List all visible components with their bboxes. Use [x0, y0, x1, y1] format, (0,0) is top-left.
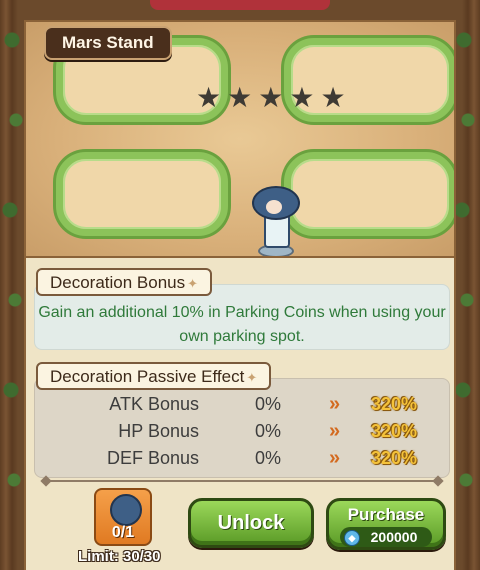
garden-plot[interactable]: [56, 152, 228, 236]
stat-row-def: DEF Bonus 0% » 320%: [35, 445, 449, 471]
star-rating: ★ ★ ★ ★ ★: [196, 84, 346, 112]
purchase-label: Purchase: [347, 505, 425, 524]
gem-coin-icon: ◆: [344, 530, 360, 546]
stat-name: ATK Bonus: [109, 394, 199, 414]
top-ribbon: [150, 0, 330, 10]
mars-statue-icon: [110, 494, 142, 526]
passive-effect-heading-label: Decoration Passive Effect: [50, 367, 245, 386]
double-chevron-right-icon: »: [329, 393, 340, 415]
item-count: 0/1: [111, 524, 135, 541]
stat-row-atk: ATK Bonus 0% » 320%: [35, 391, 449, 417]
passive-effect-box: ATK Bonus 0% » 320% HP Bonus 0% » 320% D…: [34, 378, 450, 478]
sparkle-icon: ✦: [187, 276, 199, 291]
price-tag: ◆ 200000: [340, 527, 432, 547]
stat-current-value: 0%: [255, 421, 282, 441]
decoration-bonus-heading: Decoration Bonus ✦: [36, 268, 213, 296]
page-title: Mars Stand: [44, 26, 172, 60]
price-value: 200000: [370, 529, 418, 545]
stat-row-hp: HP Bonus 0% » 320%: [35, 418, 449, 444]
purchase-button[interactable]: Purchase ◆ 200000: [326, 498, 446, 550]
double-chevron-right-icon: »: [329, 447, 340, 469]
mars-statue-figure[interactable]: [248, 186, 300, 256]
stat-current-value: 0%: [255, 448, 282, 468]
decoration-item-card[interactable]: 0/1: [94, 488, 152, 546]
stat-name: DEF Bonus: [106, 448, 199, 468]
vine-decoration-right: [452, 0, 480, 570]
star-icon: ★: [258, 82, 284, 113]
sparkle-icon: ✦: [246, 370, 258, 385]
purchase-limit: Limit: 30/30: [78, 548, 161, 565]
star-icon: ★: [289, 82, 315, 113]
passive-effect-heading: Decoration Passive Effect ✦: [36, 362, 272, 390]
star-icon: ★: [196, 82, 222, 113]
decoration-bonus-text: Gain an additional 10% in Parking Coins …: [38, 304, 446, 345]
garden-plot[interactable]: [284, 152, 454, 236]
info-panel: Gain an additional 10% in Parking Coins …: [24, 258, 456, 570]
star-icon: ★: [320, 82, 346, 113]
statue-face: [266, 200, 282, 214]
star-icon: ★: [227, 82, 253, 113]
decoration-bonus-heading-label: Decoration Bonus: [50, 273, 186, 292]
stat-current-value: 0%: [255, 394, 282, 414]
double-chevron-right-icon: »: [329, 420, 340, 442]
stat-next-value: 320%: [371, 394, 418, 414]
stat-next-value: 320%: [371, 421, 418, 441]
stat-next-value: 320%: [371, 448, 418, 468]
divider: [46, 480, 438, 482]
stat-name: HP Bonus: [118, 421, 199, 441]
unlock-button[interactable]: Unlock: [188, 498, 314, 548]
